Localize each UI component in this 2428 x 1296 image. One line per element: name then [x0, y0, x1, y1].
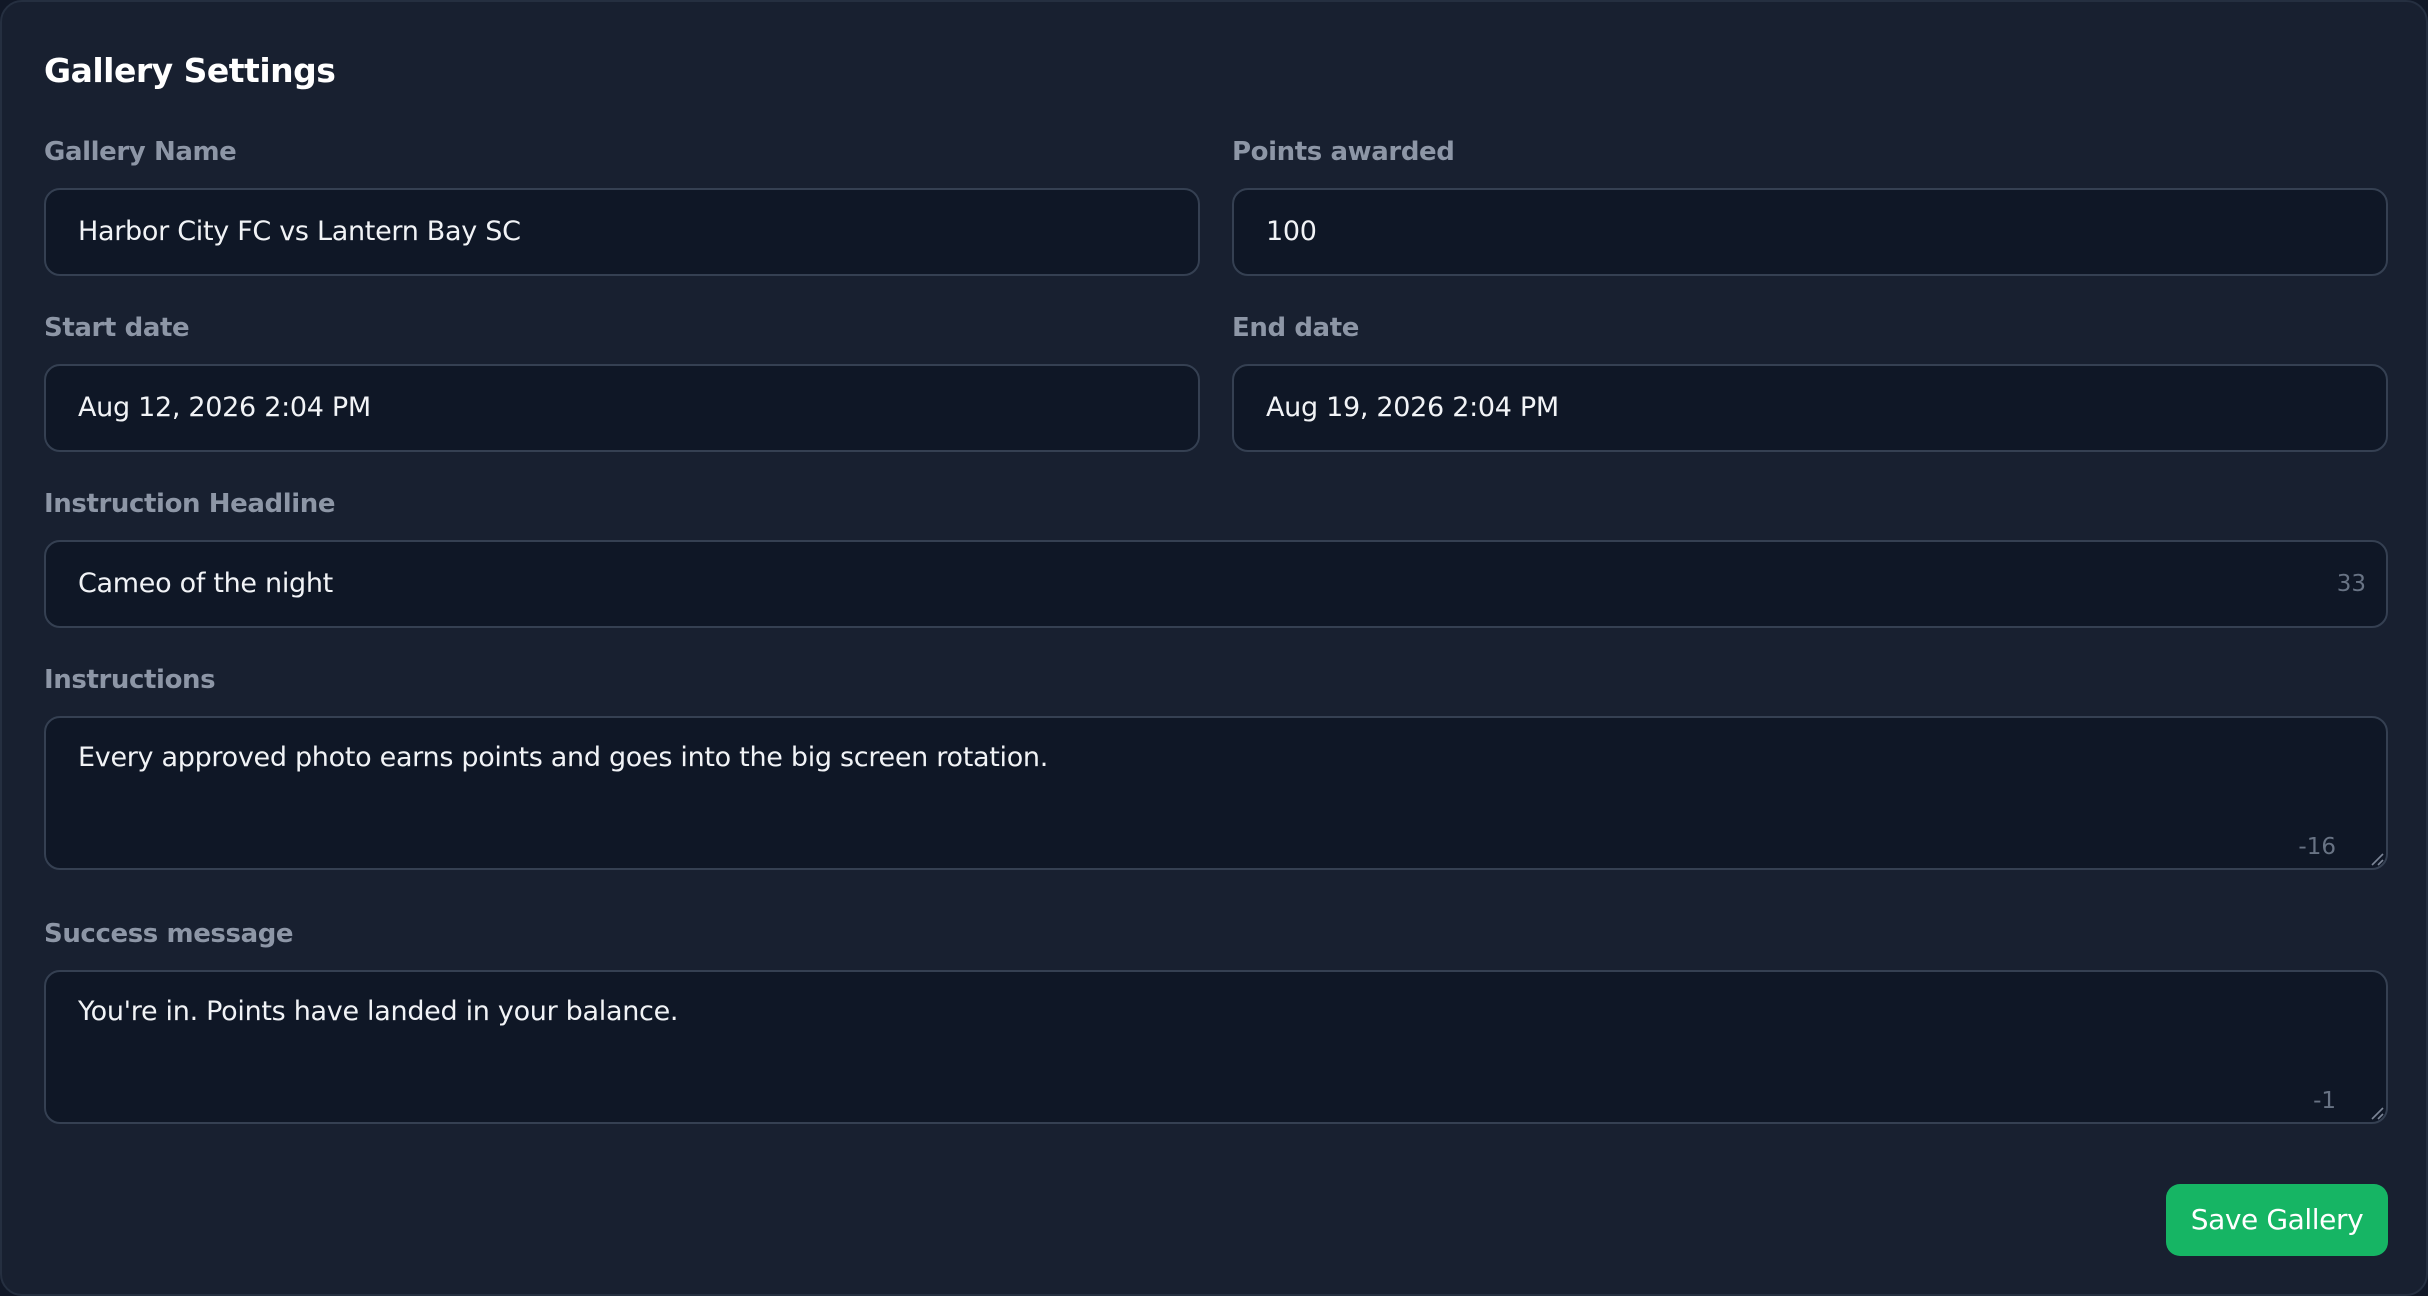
points-awarded-value: 100 [1266, 216, 1317, 247]
gallery-name-label: Gallery Name [44, 137, 237, 167]
success-message-textarea[interactable]: You're in. Points have landed in your ba… [44, 970, 2388, 1124]
gallery-settings-panel: Gallery Settings Gallery Name Harbor Cit… [0, 0, 2428, 1296]
points-awarded-field[interactable]: 100 [1232, 188, 2388, 276]
instructions-char-counter: -16 [2298, 834, 2336, 860]
points-awarded-label: Points awarded [1232, 137, 1455, 167]
instructions-textarea[interactable]: Every approved photo earns points and go… [44, 716, 2388, 870]
instruction-headline-value: Cameo of the night [78, 568, 333, 599]
success-message-label: Success message [44, 919, 294, 949]
end-date-value: Aug 19, 2026 2:04 PM [1266, 392, 1559, 423]
resize-grip-icon[interactable] [2368, 850, 2384, 866]
resize-grip-icon[interactable] [2368, 1104, 2384, 1120]
end-date-label: End date [1232, 313, 1359, 343]
gallery-name-field[interactable]: Harbor City FC vs Lantern Bay SC [44, 188, 1200, 276]
end-date-field[interactable]: Aug 19, 2026 2:04 PM [1232, 364, 2388, 452]
instruction-headline-field[interactable]: Cameo of the night 33 [44, 540, 2388, 628]
instruction-headline-char-counter: 33 [2336, 571, 2366, 597]
instruction-headline-label: Instruction Headline [44, 489, 336, 519]
instructions-value: Every approved photo earns points and go… [78, 742, 1049, 773]
start-date-field[interactable]: Aug 12, 2026 2:04 PM [44, 364, 1200, 452]
gallery-name-value: Harbor City FC vs Lantern Bay SC [78, 216, 521, 247]
start-date-value: Aug 12, 2026 2:04 PM [78, 392, 371, 423]
instructions-label: Instructions [44, 665, 216, 695]
success-message-char-counter: -1 [2313, 1088, 2336, 1114]
save-gallery-button[interactable]: Save Gallery [2166, 1184, 2388, 1256]
page-title: Gallery Settings [44, 51, 336, 90]
success-message-value: You're in. Points have landed in your ba… [78, 996, 679, 1027]
start-date-label: Start date [44, 313, 190, 343]
